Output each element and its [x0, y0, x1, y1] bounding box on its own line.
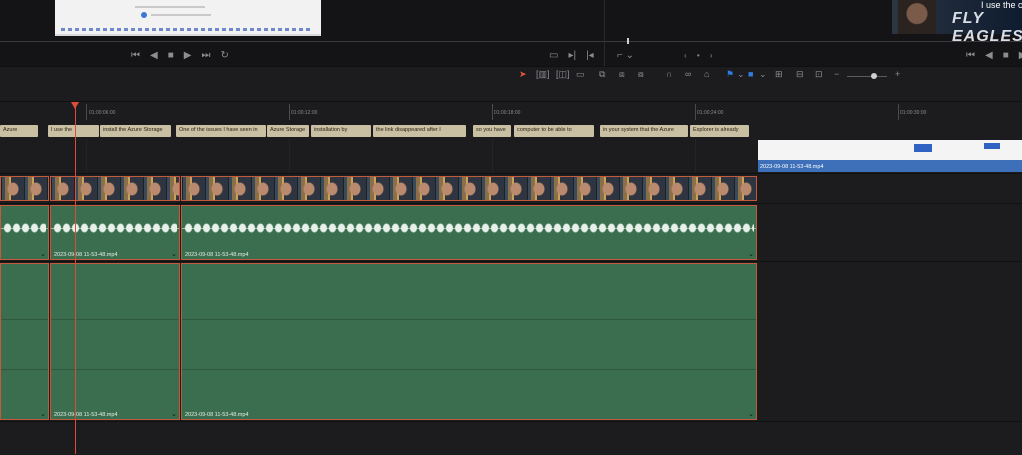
- match-frame-icon[interactable]: ▭: [549, 50, 558, 61]
- ruler-timecode: 01:00:12:00: [291, 110, 318, 116]
- clip-label: 2023-09-08 11-53-48.mp4: [185, 412, 249, 418]
- jump-last-icon[interactable]: ⏭: [201, 50, 210, 61]
- audio-clip[interactable]: 2023-09-08 11-53-48.mp4 ⌄: [50, 263, 180, 420]
- program-view-controls: ⌐ ⌄: [617, 50, 634, 61]
- fade-handle-icon[interactable]: ⌄: [171, 250, 177, 258]
- program-transport-controls: ⏮ ◀ ■ ▶: [966, 50, 1022, 61]
- source-mark-controls: ▭ ▸| |◂: [549, 50, 594, 61]
- subtitle-clip[interactable]: in your system that the Azure: [600, 125, 688, 137]
- source-viewer-frame[interactable]: [55, 0, 321, 36]
- source-scrub-bar[interactable]: [0, 41, 604, 42]
- program-subtitle-preview: I use the c: [981, 0, 1022, 10]
- fade-handle-icon[interactable]: ⌄: [748, 410, 754, 418]
- fade-handle-icon[interactable]: ⌄: [40, 250, 46, 258]
- blade-icon[interactable]: ▭: [576, 69, 585, 80]
- snapping-icon[interactable]: ∩: [666, 69, 672, 79]
- ruler-tick: [492, 104, 493, 120]
- selection-pointer-icon[interactable]: ➤: [519, 69, 527, 80]
- video-clip[interactable]: [50, 176, 180, 201]
- jump-first-icon[interactable]: ⏮: [966, 50, 975, 61]
- marker-dropdown-icon[interactable]: ⌄: [759, 69, 767, 80]
- fade-handle-icon[interactable]: ⌄: [40, 410, 46, 418]
- fade-handle-icon[interactable]: ⌄: [171, 410, 177, 418]
- ruler-timecode: 01:00:06:00: [89, 110, 116, 116]
- play-reverse-icon[interactable]: ◀: [150, 50, 158, 61]
- loop-icon[interactable]: ↻: [220, 50, 228, 61]
- audio-clip[interactable]: 2023-09-08 11-53-48.mp4 ⌄: [181, 263, 757, 420]
- overwrite-clip-icon[interactable]: ⧈: [619, 69, 625, 80]
- empty-track-area: [0, 421, 1022, 455]
- video-clip[interactable]: [0, 176, 49, 201]
- audio-clip[interactable]: 2023-09-08 11-53-48.mp4 ⌄: [50, 205, 180, 260]
- jump-first-icon[interactable]: ⏮: [131, 50, 140, 61]
- ruler-timecode: 01:00:30:00: [900, 110, 927, 116]
- clip-label: 2023-09-08 11-53-48.mp4: [185, 252, 249, 258]
- ruler-timecode: 01:00:24:00: [697, 110, 724, 116]
- stop-icon[interactable]: ■: [1003, 50, 1009, 61]
- zoom-slider[interactable]: [847, 76, 887, 77]
- clip-label: 2023-09-08 11-53-48.mp4: [760, 164, 824, 170]
- zoom-out-icon[interactable]: −: [834, 69, 839, 79]
- clip-label: 2023-09-08 11-53-48.mp4: [54, 412, 118, 418]
- subtitle-clip[interactable]: install the Azure Storage: [100, 125, 171, 137]
- viewer-divider: [604, 0, 605, 66]
- stop-icon[interactable]: ■: [168, 50, 174, 61]
- subtitle-clip[interactable]: so you have: [473, 125, 511, 137]
- mark-next-icon[interactable]: ▸|: [568, 50, 576, 61]
- source-transport-controls: ⏮ ◀ ■ ▶ ⏭ ↻: [131, 50, 229, 61]
- playhead[interactable]: [75, 104, 76, 454]
- zoom-detail-icon[interactable]: ⊟: [796, 69, 804, 80]
- play-icon[interactable]: ▶: [184, 50, 192, 61]
- mark-prev-icon[interactable]: |◂: [586, 50, 594, 61]
- insert-clip-icon[interactable]: ⧉: [599, 69, 605, 80]
- ruler-tick: [289, 104, 290, 120]
- ruler-tick: [695, 104, 696, 120]
- subtitle-clip[interactable]: Explorer is already: [690, 125, 749, 137]
- subtitle-clip[interactable]: the link disappeared after I: [373, 125, 466, 137]
- dynamic-trim-icon[interactable]: [◫]: [556, 69, 570, 80]
- audio-clip[interactable]: 2023-09-08 11-53-48.mp4 ⌄: [181, 205, 757, 260]
- audio-clip[interactable]: ⌄: [0, 263, 49, 420]
- linked-selection-icon[interactable]: ∞: [685, 69, 691, 79]
- subtitle-clip[interactable]: Azure: [0, 125, 38, 137]
- playhead-handle[interactable]: [71, 102, 79, 109]
- zoom-slider-handle[interactable]: [871, 73, 877, 79]
- subtitle-clip[interactable]: installation by: [311, 125, 371, 137]
- ruler-tick: [86, 104, 87, 120]
- ruler-tick: [898, 104, 899, 120]
- subtitle-clip[interactable]: I use the: [48, 125, 99, 137]
- program-scrub-marker[interactable]: [627, 38, 629, 44]
- position-lock-icon[interactable]: ⌂: [704, 69, 709, 79]
- play-reverse-icon[interactable]: ◀: [985, 50, 993, 61]
- flag-dropdown-icon[interactable]: ⌄: [737, 69, 745, 80]
- ruler-timecode: 01:00:18:00: [494, 110, 521, 116]
- subtitle-clip[interactable]: computer to be able to: [514, 125, 594, 137]
- viewer-mode-icon[interactable]: ⌐ ⌄: [617, 50, 634, 61]
- program-nav[interactable]: ‹ • ›: [684, 51, 717, 60]
- trim-edit-icon[interactable]: [▥]: [536, 69, 550, 80]
- fade-handle-icon[interactable]: ⌄: [748, 250, 754, 258]
- marker-icon[interactable]: ■: [748, 69, 753, 79]
- subtitle-clip[interactable]: Azure Storage: [267, 125, 309, 137]
- zoom-in-icon[interactable]: +: [895, 69, 900, 79]
- program-scrub-bar[interactable]: [605, 41, 1022, 42]
- audio-clip[interactable]: ⌄: [0, 205, 49, 260]
- video-clip[interactable]: [181, 176, 757, 201]
- replace-clip-icon[interactable]: ⧇: [638, 69, 644, 80]
- subtitle-clip[interactable]: One of the issues I have seen in: [176, 125, 266, 137]
- zoom-full-icon[interactable]: ⊞: [775, 69, 783, 80]
- clip-label: 2023-09-08 11-53-48.mp4: [54, 252, 118, 258]
- zoom-custom-icon[interactable]: ⊡: [815, 69, 823, 80]
- flag-icon[interactable]: ⚑: [726, 69, 734, 80]
